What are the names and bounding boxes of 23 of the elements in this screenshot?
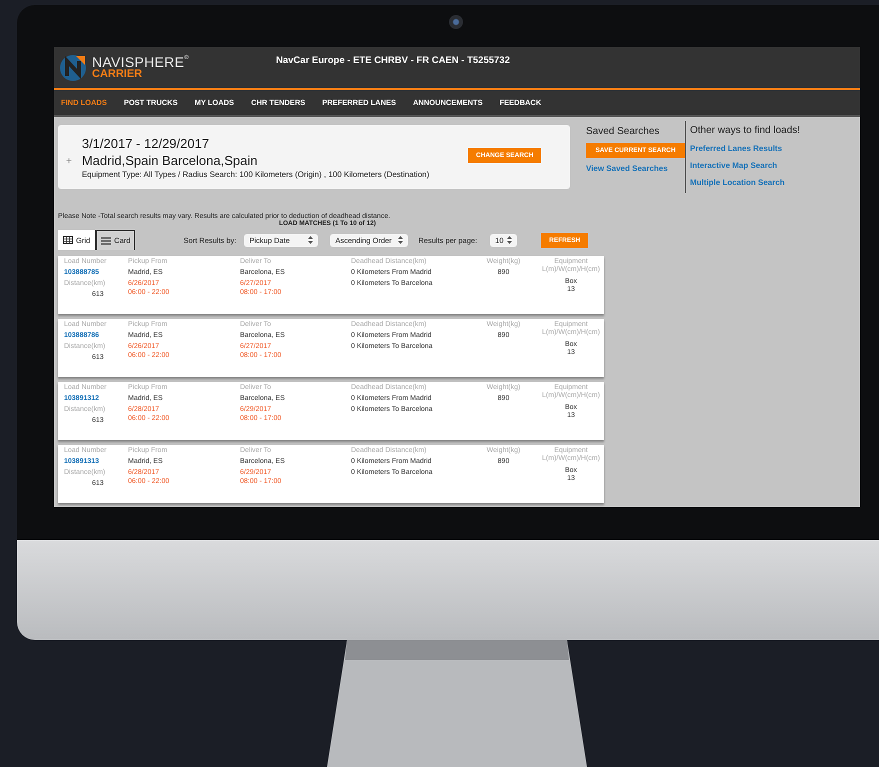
camera-icon xyxy=(449,15,463,29)
logo-icon xyxy=(58,52,88,82)
search-option-link[interactable]: Interactive Map Search xyxy=(690,161,800,170)
load-card[interactable] xyxy=(58,445,604,503)
load-card[interactable] xyxy=(58,382,604,440)
account-title: NavCar Europe - ETE CHRBV - FR CAEN - T5255732 xyxy=(276,55,510,66)
saved-searches-heading: Saved Searches xyxy=(586,126,660,137)
view-saved-link[interactable]: View Saved Searches xyxy=(586,164,685,173)
search-option-link[interactable]: Preferred Lanes Results xyxy=(690,144,800,153)
updown-arrow-icon xyxy=(507,236,512,244)
expand-toggle[interactable]: + xyxy=(66,156,72,166)
search-option-link[interactable]: Multiple Location Search xyxy=(690,178,800,187)
other-ways-heading: Other ways to find loads! xyxy=(690,125,800,136)
updown-arrow-icon xyxy=(398,236,404,244)
updown-arrow-icon xyxy=(308,236,314,244)
date-range: 3/1/2017 - 12/29/2017 xyxy=(82,136,210,150)
list-icon xyxy=(101,236,112,244)
brand-subtitle: CARRIER xyxy=(92,69,144,80)
load-card[interactable] xyxy=(58,256,604,314)
load-card[interactable] xyxy=(58,319,604,377)
table-icon xyxy=(63,236,73,244)
search-criteria: Equipment Type: All Types / Radius Search: 100 Kilometers (Origin) , 100 Kilometers (Destination) xyxy=(82,170,430,178)
locations: Madrid,Spain Barcelona,Spain xyxy=(82,152,258,168)
